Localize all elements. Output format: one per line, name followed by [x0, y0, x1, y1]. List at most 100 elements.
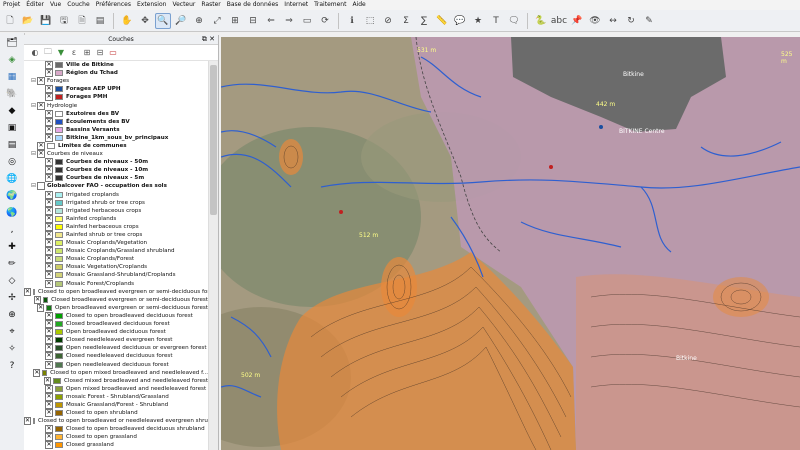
layer-row[interactable]: ✕ Closed to open grassland [24, 433, 208, 442]
layer-row[interactable]: ✕ Courbes de niveaux - 5m [24, 174, 208, 183]
layer-visibility-checkbox[interactable]: ✕ [45, 61, 53, 70]
refresh-icon[interactable]: ⟳ [317, 13, 333, 29]
new-project-icon[interactable]: 🗋 [2, 13, 18, 29]
layer-row[interactable]: ✕ mosaic Forest - Shrubland/Grassland [24, 392, 208, 401]
layer-visibility-checkbox[interactable]: ✕ [45, 85, 53, 94]
menu-raster[interactable]: Raster [198, 0, 223, 10]
layer-row[interactable]: ✕ Mosaic Vegetation/Croplands [24, 263, 208, 272]
collapse-icon[interactable]: ⊟ [30, 102, 37, 110]
measure-icon[interactable]: 📏 [434, 13, 450, 29]
forage-pmh-point[interactable] [549, 165, 553, 169]
menu-internet[interactable]: Internet [281, 0, 311, 10]
layer-row[interactable]: ✕ Irrigated croplands [24, 190, 208, 199]
show-hide-labels-icon[interactable]: 👁 [587, 13, 603, 29]
layer-row[interactable]: ✕ Mosaic Croplands/Forest [24, 255, 208, 264]
layer-visibility-checkbox[interactable]: ✕ [45, 231, 53, 240]
menu-extension[interactable]: Extension [134, 0, 169, 10]
layer-row[interactable]: ✕ Mosaic Grassland/Forest - Shrubland [24, 400, 208, 409]
filter-expression-icon[interactable]: ε [69, 48, 79, 58]
menu-aide[interactable]: Aide [349, 0, 368, 10]
zoom-out-icon[interactable]: 🔎 [173, 13, 189, 29]
collapse-icon[interactable]: ⊟ [30, 150, 37, 158]
zoom-last-icon[interactable]: ⇐ [263, 13, 279, 29]
annotation-icon[interactable]: T [488, 13, 504, 29]
layer-visibility-checkbox[interactable]: ✕ [45, 125, 53, 134]
menu-traitement[interactable]: Traitement [311, 0, 349, 10]
change-label-icon[interactable]: ✎ [641, 13, 657, 29]
layer-visibility-checkbox[interactable]: ✕ [43, 376, 52, 385]
layer-group-row[interactable]: ⊟ ✕ Hydrologie [24, 101, 208, 110]
layer-group-row[interactable]: ⊟ Globalcover FAO - occupation des sols [24, 182, 208, 191]
layer-visibility-checkbox[interactable]: ✕ [45, 109, 53, 118]
layer-visibility-checkbox[interactable]: ✕ [45, 271, 53, 280]
menu-couche[interactable]: Couche [64, 0, 92, 10]
collapse-icon[interactable]: ⊟ [30, 182, 37, 190]
close-icon[interactable]: ⧉ ✕ [202, 35, 215, 44]
layer-row[interactable]: ✕ Mosaic Grassland-Shrubland/Croplands [24, 271, 208, 280]
layer-visibility-checkbox[interactable]: ✕ [45, 263, 53, 272]
layer-row[interactable]: ✕ Ville de Bitkine [24, 61, 208, 70]
layer-visibility-checkbox[interactable]: ✕ [45, 360, 53, 369]
layer-visibility-checkbox[interactable]: ✕ [45, 190, 53, 199]
pin-labels-icon[interactable]: 📌 [569, 13, 585, 29]
layer-visibility-checkbox[interactable]: ✕ [37, 141, 45, 150]
layer-row[interactable]: ✕ Courbes de niveaux - 50m [24, 158, 208, 167]
layer-row[interactable]: ✕ Closed to open broadleaved deciduous fo… [24, 311, 208, 320]
style-icon[interactable]: ✧ [5, 342, 19, 356]
layer-row[interactable]: ✕ Closed to open mixed broadleaved and ne… [24, 368, 208, 377]
layer-visibility-checkbox[interactable]: ✕ [45, 247, 53, 256]
add-mssql-icon[interactable]: ▣ [5, 121, 19, 135]
layer-row[interactable]: ✕ Open broadleaved evergreen or semi-deci… [24, 303, 208, 312]
statistics-icon[interactable]: ∑ [416, 13, 432, 29]
layer-visibility-checkbox[interactable]: ✕ [45, 384, 53, 393]
zoom-full-icon[interactable]: ⤢ [209, 13, 225, 29]
layer-visibility-checkbox[interactable]: ✕ [37, 150, 45, 159]
layer-row[interactable]: ✕ Courbes de niveaux - 10m [24, 166, 208, 175]
layer-visibility-checkbox[interactable]: ✕ [33, 368, 41, 377]
layer-visibility-checkbox[interactable]: ✕ [45, 69, 53, 78]
layer-row[interactable]: ✕ Closed mixed broadleaved and needleleav… [24, 376, 208, 385]
layer-visibility-checkbox[interactable]: ✕ [45, 198, 53, 207]
zoom-layer-icon[interactable]: ⊟ [245, 13, 261, 29]
collapse-all-icon[interactable]: ⊟ [95, 48, 105, 58]
map-tips-icon[interactable]: 💬 [452, 13, 468, 29]
layer-tree-scrollbar[interactable] [208, 61, 218, 450]
add-wcs-icon[interactable]: 🌍 [5, 189, 19, 203]
layer-row[interactable]: ✕ Closed needleleaved deciduous forest [24, 352, 208, 361]
open-project-icon[interactable]: 📂 [20, 13, 36, 29]
layer-row[interactable]: ✕ Closed needleleaved evergreen forest [24, 336, 208, 345]
layer-row[interactable]: ✕ Bassins Versants [24, 125, 208, 134]
new-map-view-icon[interactable]: ▭ [299, 13, 315, 29]
layer-visibility-checkbox[interactable]: ✕ [45, 239, 53, 248]
layer-row[interactable]: ✕ Closed to open broadleaved evergreen or… [24, 287, 208, 296]
forage-pmh-point[interactable] [339, 210, 343, 214]
text-annotation-icon[interactable]: 🗨 [506, 13, 522, 29]
collapse-icon[interactable]: ⊟ [30, 77, 37, 85]
add-group-icon[interactable]: 🗀 [43, 47, 53, 58]
gps-tools-icon[interactable]: ⌖ [5, 325, 19, 339]
layer-visibility-checkbox[interactable]: ✕ [24, 417, 32, 426]
layer-row[interactable]: ✕ Limites de communes [24, 141, 208, 150]
menu-preferences[interactable]: Préférences [93, 0, 134, 10]
save-project-icon[interactable]: 💾 [38, 13, 54, 29]
layer-row[interactable]: ✕ Irrigated shrub or tree crops [24, 198, 208, 207]
map-canvas[interactable]: Bitkine BITKINE Centre Bitkine 442 m 531… [221, 37, 800, 450]
layer-visibility-checkbox[interactable]: ✕ [45, 117, 53, 126]
layer-visibility-checkbox[interactable]: ✕ [45, 133, 53, 142]
layer-visibility-checkbox[interactable]: ✕ [45, 279, 53, 288]
menu-vue[interactable]: Vue [47, 0, 64, 10]
layer-visibility-checkbox[interactable]: ✕ [45, 158, 53, 167]
field-calculator-icon[interactable]: Σ [398, 13, 414, 29]
layer-row[interactable]: ✕ Exutoires des BV [24, 109, 208, 118]
forage-aep-point[interactable] [599, 125, 603, 129]
menu-vecteur[interactable]: Vecteur [169, 0, 198, 10]
rotate-label-icon[interactable]: ↻ [623, 13, 639, 29]
layer-row[interactable]: ✕ Closed broadleaved deciduous forest [24, 320, 208, 329]
data-source-manager-icon[interactable]: 🗂 [5, 36, 19, 50]
layer-row[interactable]: ✕ Open mixed broadleaved and needleleaved… [24, 384, 208, 393]
vertex-tool-icon[interactable]: ◇ [5, 274, 19, 288]
layer-row[interactable]: ✕ Closed to open broadleaved or needlelea… [24, 417, 208, 426]
layer-visibility-checkbox[interactable]: ✕ [45, 392, 53, 401]
add-wfs-icon[interactable]: 🌎 [5, 206, 19, 220]
layer-visibility-checkbox[interactable]: ✕ [34, 295, 42, 304]
